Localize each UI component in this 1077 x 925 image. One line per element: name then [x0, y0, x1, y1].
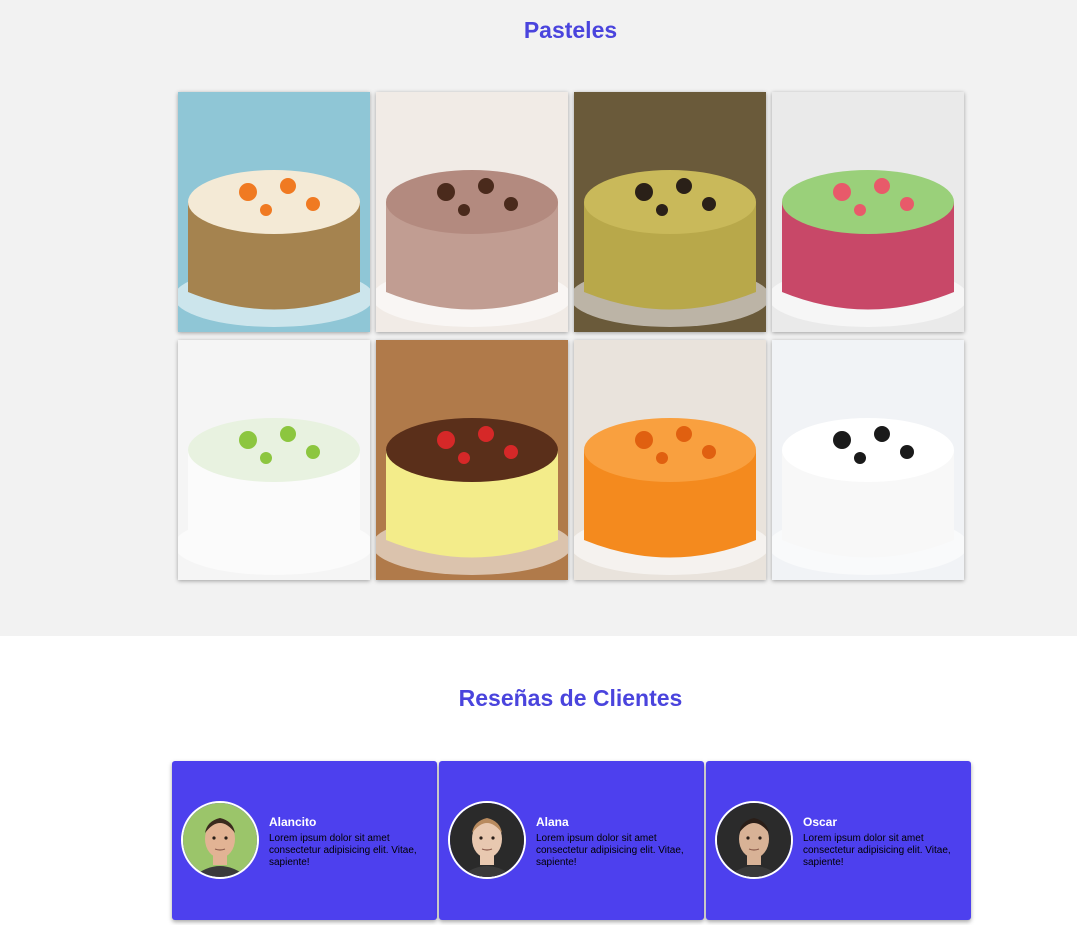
- cake-card[interactable]: [178, 92, 370, 332]
- cakes-section-title: Pasteles: [523, 17, 618, 43]
- cakes-section: Pasteles: [0, 0, 1077, 636]
- avatar: [448, 801, 526, 879]
- jelly-mosaic-cake-image: [772, 92, 964, 332]
- carrot-cake-image: [178, 92, 370, 332]
- reviews-section-title: Reseñas de Clientes: [458, 685, 683, 711]
- reviewer-name: Oscar: [803, 815, 838, 829]
- cake-card[interactable]: [772, 92, 964, 332]
- avatar: [181, 801, 259, 879]
- cake-gallery: [178, 92, 966, 580]
- review-text: Lorem ipsum dolor sit amet consectetur a…: [536, 833, 684, 868]
- review-text: Lorem ipsum dolor sit amet consectetur a…: [803, 833, 951, 868]
- orange-petal-cake-image: [574, 340, 766, 580]
- review-card: Alana Lorem ipsum dolor sit amet consecte…: [439, 761, 704, 920]
- avatar: [715, 801, 793, 879]
- cake-card[interactable]: [772, 340, 964, 580]
- strawberry-chocolate-cake-image: [376, 340, 568, 580]
- reviewer-name: Alana: [536, 815, 569, 829]
- cake-card[interactable]: [376, 92, 568, 332]
- review-card: Alancito Lorem ipsum dolor sit amet conse…: [172, 761, 437, 920]
- cake-card[interactable]: [376, 340, 568, 580]
- reviewer-name: Alancito: [269, 815, 317, 829]
- oreo-cheesecake-image: [772, 340, 964, 580]
- review-content: Alana Lorem ipsum dolor sit amet consecte…: [536, 815, 701, 869]
- sponge-cake-image: [574, 92, 766, 332]
- cake-card[interactable]: [178, 340, 370, 580]
- reviews-row: Alancito Lorem ipsum dolor sit amet conse…: [172, 761, 971, 920]
- review-card: Oscar Lorem ipsum dolor sit amet consecte…: [706, 761, 971, 920]
- man-avatar: [183, 803, 257, 877]
- woman-avatar: [450, 803, 524, 877]
- man-avatar: [717, 803, 791, 877]
- chocolate-mousse-cake-image: [376, 92, 568, 332]
- cake-card[interactable]: [574, 92, 766, 332]
- cake-card[interactable]: [574, 340, 766, 580]
- review-content: Oscar Lorem ipsum dolor sit amet consecte…: [803, 815, 968, 869]
- lime-cake-image: [178, 340, 370, 580]
- review-content: Alancito Lorem ipsum dolor sit amet conse…: [269, 815, 434, 869]
- review-text: Lorem ipsum dolor sit amet consectetur a…: [269, 833, 417, 868]
